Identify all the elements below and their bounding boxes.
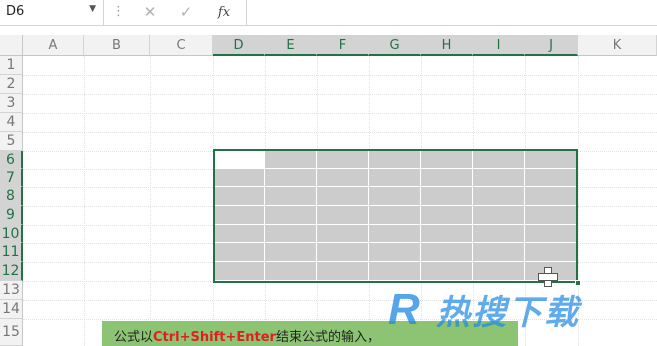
select-all-corner[interactable] bbox=[0, 35, 23, 56]
cross-cursor-icon bbox=[538, 267, 558, 287]
grid-line-horizontal bbox=[23, 94, 657, 95]
grid-line-vertical bbox=[84, 56, 85, 346]
column-header[interactable]: E bbox=[265, 35, 317, 56]
row-header[interactable]: 7 bbox=[0, 169, 23, 187]
column-header[interactable]: H bbox=[421, 35, 473, 56]
more-options-icon[interactable]: ⋮ bbox=[112, 4, 125, 19]
column-header[interactable]: A bbox=[23, 35, 84, 56]
shortcut-keys: Ctrl+Shift+Enter bbox=[153, 330, 276, 345]
grid-line-horizontal bbox=[23, 75, 657, 76]
selection-border bbox=[213, 149, 578, 283]
column-header[interactable]: D bbox=[213, 35, 265, 56]
formula-input[interactable] bbox=[246, 0, 657, 25]
watermark-logo: R 热搜下载 bbox=[388, 285, 657, 346]
grid-line-horizontal bbox=[23, 132, 657, 133]
row-header[interactable]: 9 bbox=[0, 206, 23, 225]
name-box[interactable]: D6 ▼ bbox=[0, 0, 104, 25]
enter-icon[interactable]: ✓ bbox=[174, 2, 198, 23]
row-header[interactable]: 2 bbox=[0, 75, 23, 94]
cancel-icon[interactable]: ✕ bbox=[138, 2, 162, 23]
row-header[interactable]: 1 bbox=[0, 56, 23, 75]
row-header[interactable]: 15 bbox=[0, 319, 23, 346]
row-header[interactable]: 10 bbox=[0, 225, 23, 243]
watermark-logo-letter: R bbox=[388, 285, 420, 334]
row-header[interactable]: 11 bbox=[0, 243, 23, 262]
row-header[interactable]: 14 bbox=[0, 300, 23, 319]
caption-suffix: 结束公式的输入， bbox=[275, 330, 380, 345]
caption-prefix: 公式以 bbox=[114, 330, 154, 345]
row-header[interactable]: 13 bbox=[0, 281, 23, 300]
column-header[interactable]: J bbox=[525, 35, 578, 56]
column-header[interactable]: I bbox=[473, 35, 525, 56]
formula-bar: D6 ▼ ⋮ ✕ ✓ fx bbox=[0, 0, 657, 26]
column-header[interactable]: F bbox=[317, 35, 369, 56]
row-header[interactable]: 5 bbox=[0, 132, 23, 151]
row-header[interactable]: 4 bbox=[0, 113, 23, 132]
row-header[interactable]: 8 bbox=[0, 187, 23, 206]
column-header[interactable]: G bbox=[369, 35, 421, 56]
name-box-value: D6 bbox=[6, 4, 25, 19]
insert-function-icon[interactable]: fx bbox=[212, 2, 236, 23]
column-header[interactable]: B bbox=[84, 35, 150, 56]
column-header[interactable]: K bbox=[578, 35, 657, 56]
chevron-down-icon[interactable]: ▼ bbox=[89, 4, 96, 14]
column-header[interactable]: C bbox=[150, 35, 213, 56]
grid-line-horizontal bbox=[23, 113, 657, 114]
row-header[interactable]: 6 bbox=[0, 151, 23, 169]
row-header[interactable]: 3 bbox=[0, 94, 23, 113]
watermark-text: 热搜下载 bbox=[436, 293, 580, 333]
row-header[interactable]: 12 bbox=[0, 262, 23, 281]
grid-line-vertical bbox=[150, 56, 151, 346]
